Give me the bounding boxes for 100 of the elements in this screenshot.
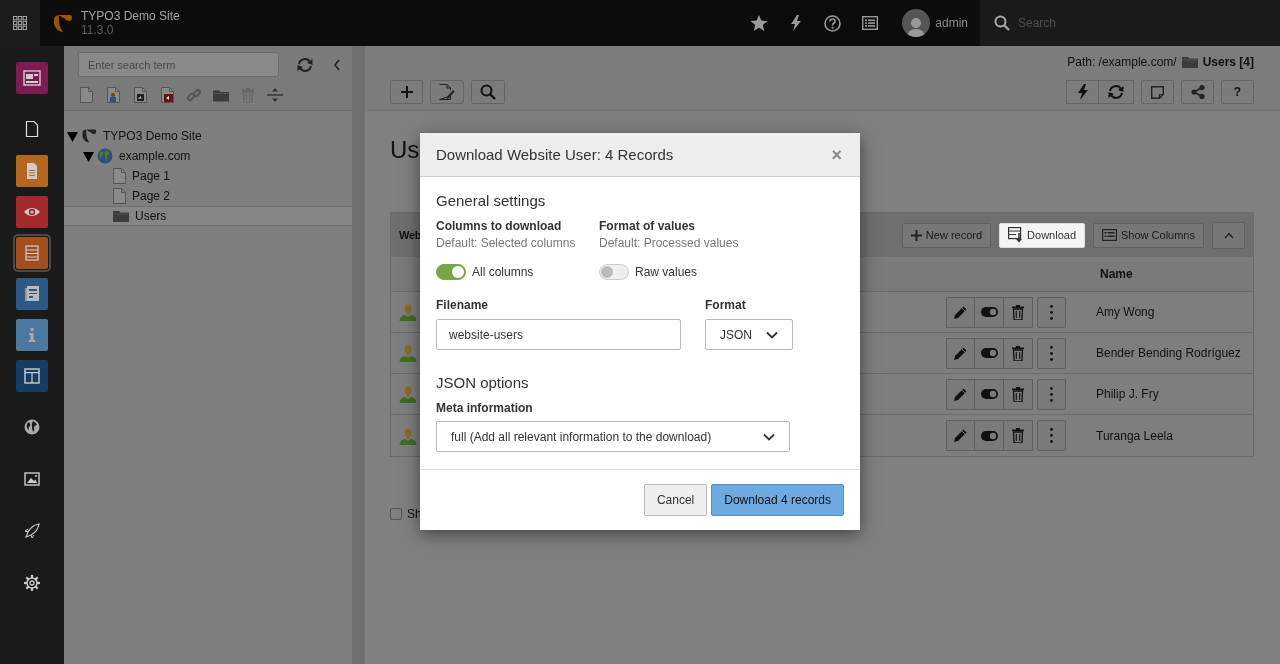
toggle-button[interactable] [975, 337, 1004, 369]
toggle-switch[interactable] [599, 264, 629, 280]
folder-icon [113, 210, 129, 222]
more-button[interactable] [1037, 337, 1066, 369]
gear-icon [23, 574, 41, 592]
link-icon [186, 87, 202, 103]
pencil-icon [953, 386, 968, 402]
new-record-button[interactable] [390, 80, 423, 104]
search-button[interactable] [471, 80, 505, 104]
help-button[interactable]: ? [1221, 80, 1254, 104]
page-with-figure-button[interactable] [105, 87, 121, 103]
download-button[interactable]: Download [999, 222, 1085, 248]
delete-button[interactable] [1004, 296, 1033, 328]
meta-select[interactable]: full (Add all relevant information to the download) [436, 421, 790, 452]
more-button[interactable] [1037, 420, 1066, 451]
modal-title: Download Website User: 4 Records [436, 146, 674, 163]
help-icon [824, 14, 842, 32]
plus-icon [400, 86, 413, 98]
new-record-button[interactable]: New record [901, 222, 992, 248]
field-label: Format [705, 297, 747, 314]
new-page-icon [79, 87, 93, 103]
bookmark-button[interactable] [1141, 80, 1174, 104]
format-select[interactable]: JSON [705, 319, 793, 350]
toggle-icon [980, 430, 998, 441]
delete-button[interactable] [1004, 378, 1033, 410]
delete-button[interactable] [1004, 337, 1033, 369]
field-hint: Default: Selected columns [436, 235, 577, 252]
share-icon [1190, 85, 1205, 99]
field-label: Format of values [599, 218, 697, 235]
toggle-button[interactable] [975, 420, 1004, 451]
globe-icon [23, 418, 41, 436]
page-icon [113, 168, 126, 184]
page-icon [113, 188, 126, 204]
trash-icon [1012, 345, 1024, 361]
delete-button[interactable] [1004, 420, 1033, 451]
cancel-button[interactable]: Cancel [643, 484, 708, 516]
download-records-button[interactable]: Download 4 records [711, 484, 844, 516]
page-arrow-button[interactable] [132, 87, 148, 103]
table-cell: Amy Wong [1096, 305, 1155, 319]
user-icon [399, 303, 417, 321]
tree-item[interactable]: Page 1 [132, 169, 171, 183]
column-header: Name [1100, 267, 1133, 281]
avatar-icon [902, 9, 931, 37]
edit-button[interactable] [946, 420, 975, 451]
tree-item[interactable]: example.com [119, 149, 191, 163]
more-button[interactable] [1037, 378, 1066, 410]
edit-page-button[interactable] [430, 80, 464, 104]
field-label: Filename [436, 297, 490, 314]
tree-row-highlight[interactable]: Users [64, 206, 352, 226]
edit-button[interactable] [946, 337, 975, 369]
close-button[interactable]: × [829, 145, 844, 164]
split-button[interactable] [267, 87, 283, 103]
page-arrow-icon [133, 87, 147, 103]
chevron-left-icon [333, 58, 341, 71]
tree-item[interactable]: Page 2 [132, 189, 171, 203]
path-label: Path: /example.com/ [1067, 55, 1177, 69]
edit-button[interactable] [946, 378, 975, 410]
pencil-icon [953, 304, 968, 320]
toggle-icon [980, 389, 998, 399]
show-columns-button[interactable]: Show Columns [1093, 222, 1204, 248]
document-module-icon [23, 285, 41, 303]
page-arrow-button[interactable] [159, 87, 175, 103]
star-icon [749, 14, 768, 32]
more-button[interactable] [1037, 296, 1066, 328]
search-icon [480, 84, 496, 100]
scrollbar[interactable] [352, 46, 365, 664]
search-icon [994, 15, 1010, 31]
page-heading: Us [390, 135, 420, 165]
table-download-icon [1008, 227, 1024, 243]
table-cell: Turanga Leela [1096, 428, 1173, 443]
page-icon [23, 120, 41, 138]
disclosure-triangle-icon[interactable] [67, 130, 78, 142]
trash-icon [1012, 304, 1024, 320]
page-title: Users [4] [1202, 55, 1254, 69]
folder-icon [213, 88, 229, 102]
toggle-button[interactable] [975, 378, 1004, 410]
chevron-up-icon [1223, 231, 1234, 239]
disclosure-triangle-icon[interactable] [83, 150, 94, 162]
tree-item[interactable]: Users [135, 209, 167, 223]
typo3-logo-icon [52, 13, 73, 33]
user-menu-button[interactable]: admin [888, 0, 980, 46]
filename-field[interactable]: website-users [436, 319, 681, 350]
tree-item[interactable]: TYPO3 Demo Site [103, 129, 202, 143]
clear-cache-button[interactable] [1066, 80, 1099, 104]
app-menu-button[interactable] [0, 0, 40, 46]
module-button[interactable] [16, 62, 48, 94]
more-icon [1050, 345, 1053, 361]
user-icon [399, 385, 417, 403]
share-button[interactable] [1181, 80, 1214, 104]
edit-button[interactable] [946, 296, 975, 328]
checkbox[interactable] [390, 508, 402, 520]
toggle-button[interactable] [975, 296, 1004, 328]
page-with-figure-icon [106, 87, 120, 103]
toggle-switch[interactable] [436, 264, 466, 280]
reload-button[interactable] [1099, 80, 1134, 104]
menu-icon [13, 16, 27, 30]
chevron-down-icon [763, 432, 775, 441]
tree-search-field[interactable]: Enter search term [78, 52, 279, 77]
trash-icon [1012, 386, 1024, 402]
page-edit-icon [439, 84, 455, 100]
